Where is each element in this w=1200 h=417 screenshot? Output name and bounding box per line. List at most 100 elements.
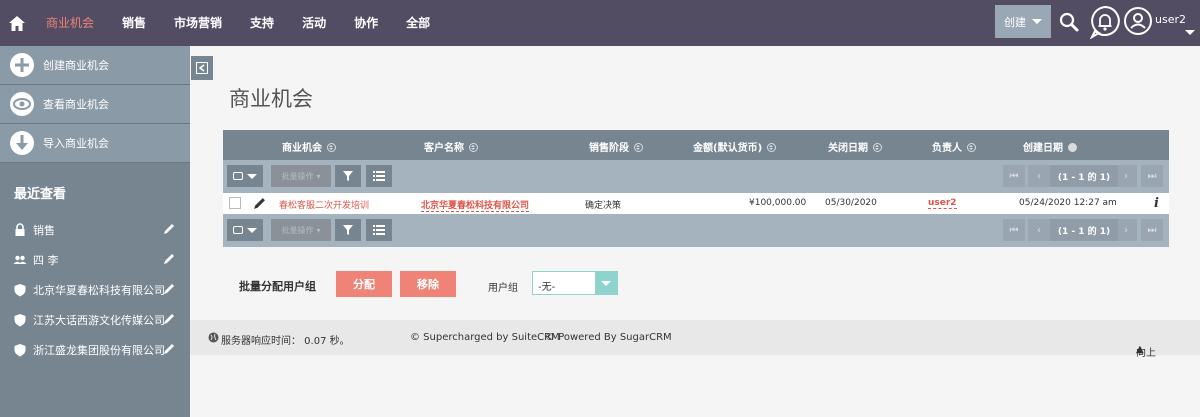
chevron-down-icon	[247, 227, 257, 233]
user-group-select[interactable]: -无-	[532, 271, 618, 295]
chevron-left-icon: ‹	[1037, 224, 1041, 236]
chevron-down-icon: ▾	[316, 225, 321, 235]
assigned-user-link[interactable]: user2	[928, 198, 957, 209]
remove-button[interactable]: 移除	[400, 271, 456, 297]
recent-item[interactable]: 北京华夏春松科技有限公司	[0, 275, 190, 305]
edit-pencil-icon[interactable]	[163, 253, 175, 265]
sidebar-action-view[interactable]: 查看商业机会	[0, 85, 190, 124]
column-label: 商业机会	[282, 143, 322, 154]
sort-icon[interactable]	[327, 143, 336, 152]
next-page-button[interactable]: ›	[1115, 219, 1137, 241]
recent-item[interactable]: 四 李	[0, 245, 190, 275]
sugarcrm-credit[interactable]: © Powered By SugarCRM	[545, 332, 672, 343]
suitecrm-credit[interactable]: © Supercharged by SuiteCRM	[410, 332, 560, 343]
column-chooser-button[interactable]	[366, 165, 392, 187]
sidebar-action-create[interactable]: 创建商业机会	[0, 46, 190, 85]
footer: 服务器响应时间： 0.07 秒。 © Supercharged by Suite…	[190, 320, 1200, 359]
first-page-button[interactable]: ⏮	[1003, 219, 1025, 241]
filter-button[interactable]	[335, 165, 361, 187]
column-label: 客户名称	[424, 143, 464, 154]
create-button[interactable]: 创建	[995, 5, 1051, 38]
sort-icon[interactable]	[967, 143, 976, 152]
column-header-sales-stage[interactable]: 销售阶段	[589, 139, 643, 154]
column-header-assigned[interactable]: 负责人	[932, 139, 976, 154]
list-toolbar-top: 批量操作 ▾ ⏮ ‹ (1 - 1 的 1) › ⏭	[223, 160, 1169, 193]
user-avatar-icon[interactable]	[1123, 6, 1153, 39]
recent-item-label: 四 李	[33, 254, 59, 267]
collapse-sidebar-button[interactable]	[191, 56, 213, 80]
column-label: 销售阶段	[589, 143, 629, 154]
previous-page-button[interactable]: ‹	[1028, 219, 1050, 241]
first-page-icon: ⏮	[1009, 170, 1019, 182]
edit-pencil-icon[interactable]	[163, 223, 175, 235]
list-icon	[373, 171, 385, 181]
select-all-dropdown[interactable]	[227, 219, 263, 241]
assign-button[interactable]: 分配	[336, 271, 392, 297]
chevron-left-icon: ‹	[1037, 170, 1041, 182]
opportunity-name-link[interactable]: 春松客服二次开发培训	[279, 198, 369, 211]
bulk-action-button[interactable]: 批量操作 ▾	[271, 219, 331, 241]
column-header-close-date[interactable]: 关闭日期	[828, 139, 882, 154]
column-chooser-button[interactable]	[366, 219, 392, 241]
sidebar-action-import[interactable]: 导入商业机会	[0, 124, 190, 163]
chevron-down-icon: ▾	[316, 171, 321, 181]
edit-pencil-icon[interactable]	[163, 283, 175, 295]
nav-item-activities[interactable]: 活动	[288, 0, 340, 46]
sidebar: 创建商业机会 查看商业机会 导入商业机会 最近查看 销售 四 李 北京华夏春松科…	[0, 46, 190, 417]
create-button-label: 创建	[1004, 15, 1026, 29]
users-icon	[13, 255, 27, 264]
amount-value: ¥100,000.00	[749, 198, 807, 208]
recent-item-label: 销售	[33, 224, 55, 237]
user-group-label: 用户组	[488, 283, 518, 294]
list-toolbar-bottom: 批量操作 ▾ ⏮ ‹ (1 - 1 的 1) › ⏭	[223, 214, 1169, 247]
first-page-button[interactable]: ⏮	[1003, 165, 1025, 187]
last-page-button[interactable]: ⏭	[1141, 165, 1163, 187]
column-header-opportunity[interactable]: 商业机会	[282, 139, 336, 154]
search-icon[interactable]	[1058, 11, 1080, 36]
column-header-created[interactable]: 创建日期	[1023, 139, 1077, 154]
previous-page-button[interactable]: ‹	[1028, 165, 1050, 187]
nav-item-all[interactable]: 全部	[392, 0, 444, 46]
column-header-amount[interactable]: 金额(默认货币)	[693, 139, 777, 154]
recent-item[interactable]: 浙江盛龙集团股份有限公司	[0, 335, 190, 365]
nav-item-collaboration[interactable]: 协作	[340, 0, 392, 46]
server-response-time: 服务器响应时间： 0.07 秒。	[221, 336, 350, 347]
column-header-account[interactable]: 客户名称	[424, 139, 478, 154]
table-header: 商业机会 客户名称 销售阶段 金额(默认货币) 关闭日期 负责人 创建日期	[223, 130, 1169, 160]
recent-item-label: 北京华夏春松科技有限公司	[33, 284, 165, 297]
last-page-button[interactable]: ⏭	[1141, 219, 1163, 241]
edit-pencil-icon[interactable]	[163, 313, 175, 325]
recent-item[interactable]: 销售	[0, 215, 190, 245]
filter-button[interactable]	[335, 219, 361, 241]
row-checkbox[interactable]	[229, 197, 241, 209]
chevron-down-icon[interactable]	[1185, 30, 1195, 35]
nav-item-sales[interactable]: 销售	[108, 0, 160, 46]
sort-icon[interactable]	[767, 143, 777, 152]
sort-icon[interactable]	[1068, 143, 1077, 152]
select-all-dropdown[interactable]	[227, 165, 263, 187]
home-icon[interactable]	[2, 0, 32, 46]
column-label: 负责人	[932, 143, 962, 154]
nav-item-support[interactable]: 支持	[236, 0, 288, 46]
edit-pencil-icon[interactable]	[163, 343, 175, 355]
sales-stage-value: 确定决策	[585, 201, 622, 211]
user-name[interactable]: user2	[1155, 13, 1186, 26]
user-group-value: -无-	[538, 282, 556, 293]
bulk-action-button[interactable]: 批量操作 ▾	[271, 165, 331, 187]
caret-up-icon: ▲	[1136, 344, 1144, 355]
nav-item-opportunities[interactable]: 商业机会	[32, 0, 108, 46]
info-icon[interactable]: i	[1154, 196, 1159, 211]
notifications-bell-icon[interactable]	[1089, 5, 1121, 42]
recent-item[interactable]: 江苏大话西游文化传媒公司	[0, 305, 190, 335]
filter-icon	[343, 171, 353, 181]
edit-pencil-icon[interactable]	[253, 197, 266, 210]
account-name-link[interactable]: 北京华夏春松科技有限公司	[421, 198, 530, 212]
chevron-down-icon	[247, 173, 257, 179]
nav-item-marketing[interactable]: 市场营销	[160, 0, 236, 46]
sort-icon[interactable]	[469, 143, 478, 152]
next-page-button[interactable]: ›	[1115, 165, 1137, 187]
sort-icon[interactable]	[634, 143, 643, 152]
shield-icon	[14, 284, 26, 297]
shield-icon	[14, 344, 26, 357]
sort-icon[interactable]	[873, 143, 882, 152]
